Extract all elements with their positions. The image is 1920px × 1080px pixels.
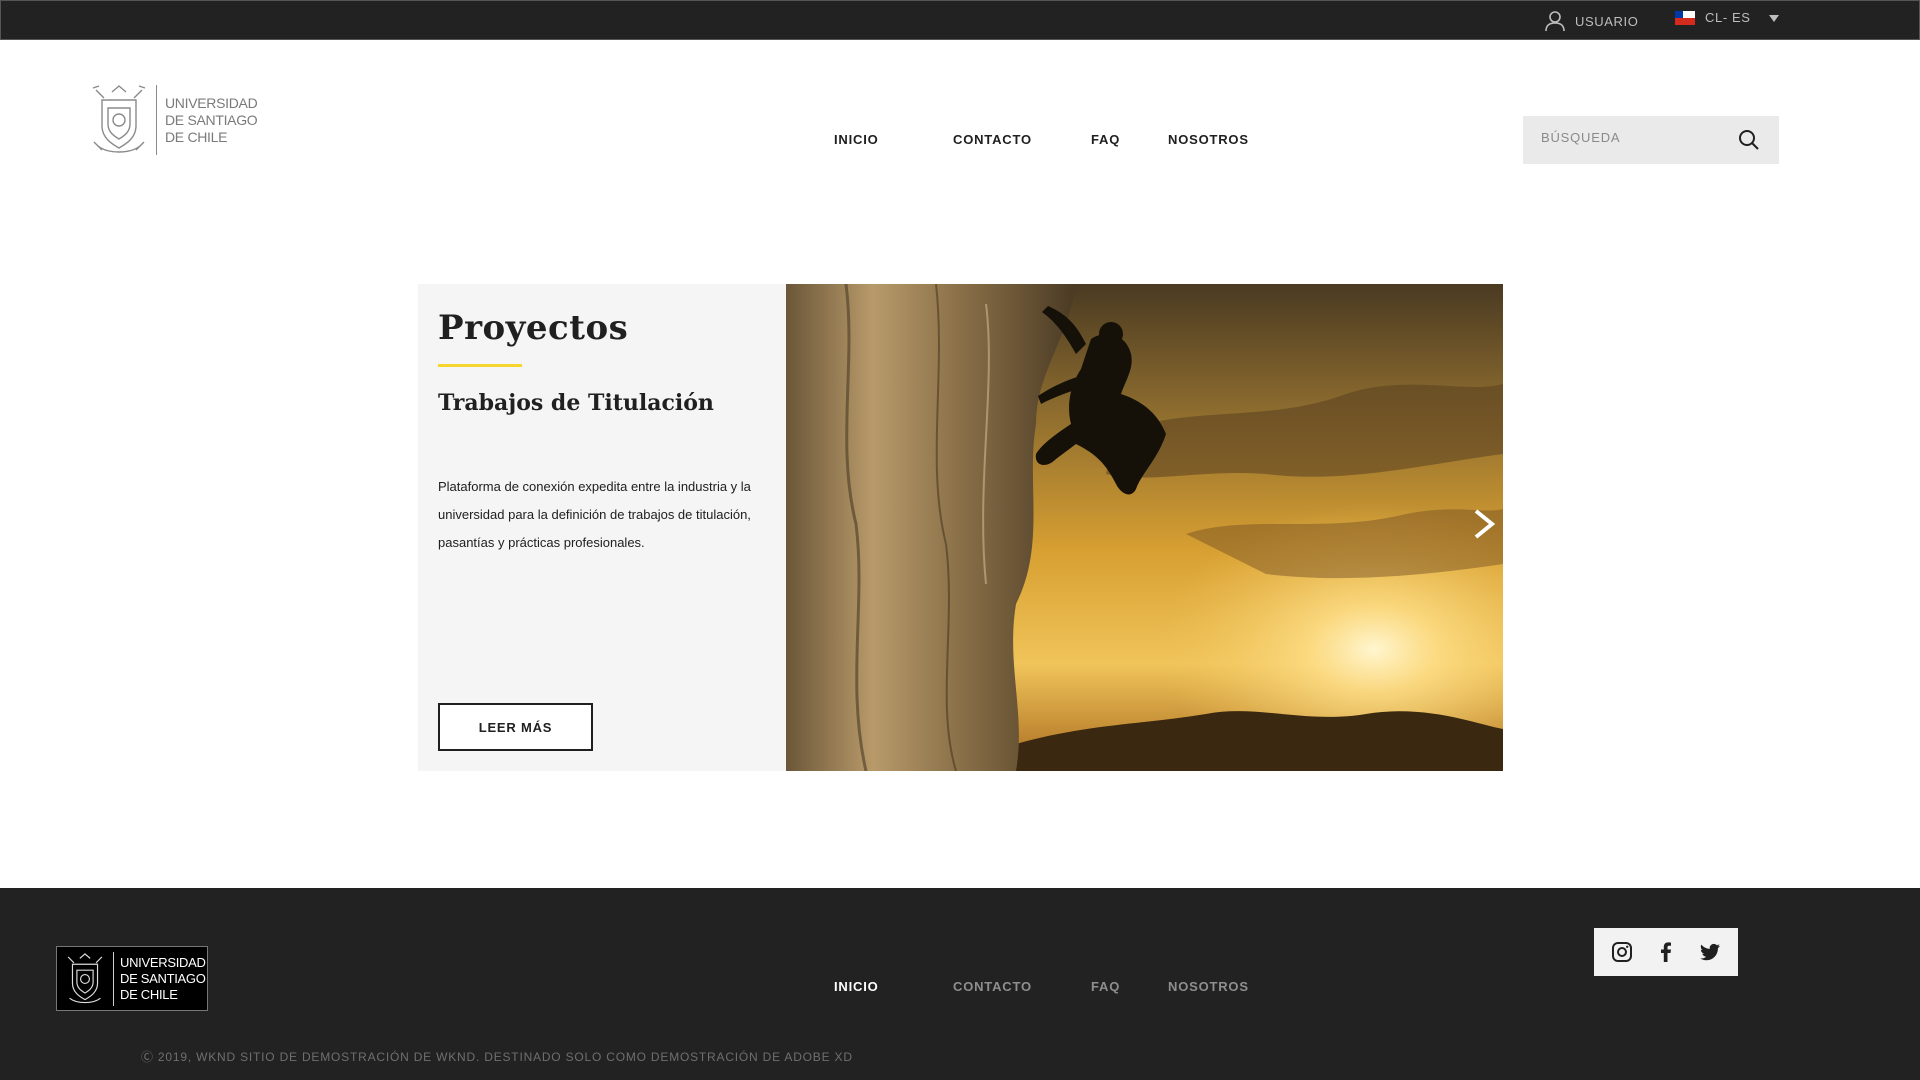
top-bar: USUARIO CL- ES [0, 0, 1920, 40]
user-label: USUARIO [1575, 13, 1639, 29]
footer-logo-text: UNIVERSIDAD DE SANTIAGO DE CHILE [120, 955, 206, 1003]
university-crest-icon [67, 952, 103, 1003]
user-icon [1545, 11, 1565, 32]
footer-logo[interactable]: UNIVERSIDAD DE SANTIAGO DE CHILE [56, 946, 208, 1011]
read-more-button[interactable]: LEER MÁS [438, 703, 593, 751]
search-icon[interactable] [1737, 128, 1761, 152]
nav-item-contacto[interactable]: CONTACTO [953, 132, 1032, 147]
chile-flag-icon [1675, 10, 1695, 25]
card-description: Plataforma de conexión expedita entre la… [438, 479, 751, 550]
social-links [1594, 928, 1738, 976]
language-label: CL- ES [1705, 10, 1751, 25]
card-subtitle: Trabajos de Titulación [438, 390, 714, 416]
search-input[interactable] [1541, 130, 1721, 145]
logo-line-2: DE SANTIAGO [165, 111, 258, 128]
instagram-icon[interactable] [1610, 940, 1634, 964]
footer-nav-item-nosotros[interactable]: NOSOTROS [1168, 979, 1249, 994]
copyright-text: Ⓒ 2019, WKND SITIO DE DEMOSTRACIÓN DE WK… [141, 1050, 853, 1064]
twitter-icon[interactable] [1698, 940, 1722, 964]
nav-item-inicio[interactable]: INICIO [834, 132, 879, 147]
language-selector[interactable]: CL- ES [1675, 10, 1751, 25]
card-content: Proyectos Trabajos de Titulación Platafo… [418, 284, 786, 771]
footer-logo-line-2: DE SANTIAGO [120, 970, 206, 986]
carousel-next-arrow-icon[interactable] [1470, 508, 1498, 540]
facebook-icon[interactable] [1654, 940, 1678, 964]
footer: UNIVERSIDAD DE SANTIAGO DE CHILE INICIO … [0, 888, 1920, 1080]
user-menu[interactable]: USUARIO [1545, 10, 1638, 32]
nav-item-faq[interactable]: FAQ [1091, 132, 1120, 147]
footer-logo-divider [113, 951, 114, 1006]
title-underline [438, 364, 522, 367]
card-title: Proyectos [438, 308, 629, 348]
logo-line-1: UNIVERSIDAD [165, 94, 258, 111]
climber-hero-image [786, 284, 1503, 771]
climber-sunset-illustration [786, 284, 1503, 771]
chevron-down-icon[interactable] [1769, 15, 1779, 22]
footer-logo-line-1: UNIVERSIDAD [120, 954, 206, 970]
footer-nav-item-contacto[interactable]: CONTACTO [953, 979, 1032, 994]
search-box [1523, 116, 1779, 164]
footer-nav-item-faq[interactable]: FAQ [1091, 979, 1120, 994]
nav-item-nosotros[interactable]: NOSOTROS [1168, 132, 1249, 147]
featured-card: Proyectos Trabajos de Titulación Platafo… [418, 284, 1503, 771]
footer-nav-item-inicio[interactable]: INICIO [834, 979, 879, 994]
footer-logo-line-3: DE CHILE [120, 986, 178, 1002]
